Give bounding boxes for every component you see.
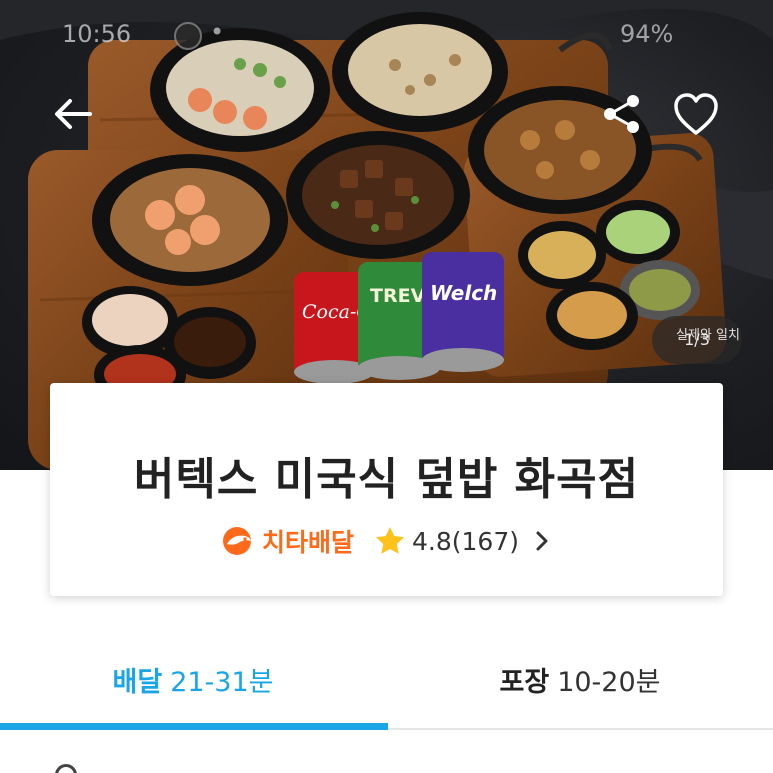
- status-time: 10:56: [62, 20, 132, 48]
- rating-score: 4.8(167): [412, 526, 519, 556]
- status-bar: 10:56 • 94%: [0, 18, 773, 58]
- tab-takeout[interactable]: 포장 10-20분: [387, 640, 773, 730]
- order-type-tabs: 배달 21-31분 포장 10-20분: [0, 640, 773, 730]
- heart-icon[interactable]: [672, 91, 720, 137]
- tab-delivery-label: 배달: [112, 667, 163, 698]
- app-notification-icon: [174, 22, 202, 50]
- delivery-service-label: 치타배달: [262, 528, 355, 557]
- cheetah-logo-icon: [223, 527, 251, 555]
- back-arrow-icon[interactable]: [50, 92, 94, 136]
- store-name: 버텍스 미국식 덮밥 화곡점: [133, 454, 640, 505]
- active-tab-indicator: [0, 723, 388, 730]
- star-icon: [376, 527, 405, 554]
- can-label-welchs: Welch: [430, 281, 497, 305]
- info-icon: [55, 764, 77, 773]
- store-detail-screen: Coca-Co TREVI Welch 10:56 • 94% 1/3 실제와 …: [0, 0, 773, 773]
- store-info-card: 버텍스 미국식 덮밥 화곡점 치타배달 4.8(167): [50, 383, 723, 596]
- tab-delivery[interactable]: 배달 21-31분: [0, 640, 386, 730]
- battery-level: 94%: [620, 20, 674, 48]
- share-icon[interactable]: [600, 92, 644, 136]
- tab-delivery-time: 21-31분: [170, 667, 274, 698]
- store-meta-row[interactable]: 치타배달 4.8(167): [50, 523, 723, 559]
- photo-caption: 실제와 일치: [676, 328, 740, 343]
- tab-takeout-label: 포장: [499, 667, 550, 698]
- tab-takeout-time: 10-20분: [557, 667, 661, 698]
- chevron-right-icon[interactable]: [531, 528, 553, 554]
- status-indicator: •: [210, 18, 225, 46]
